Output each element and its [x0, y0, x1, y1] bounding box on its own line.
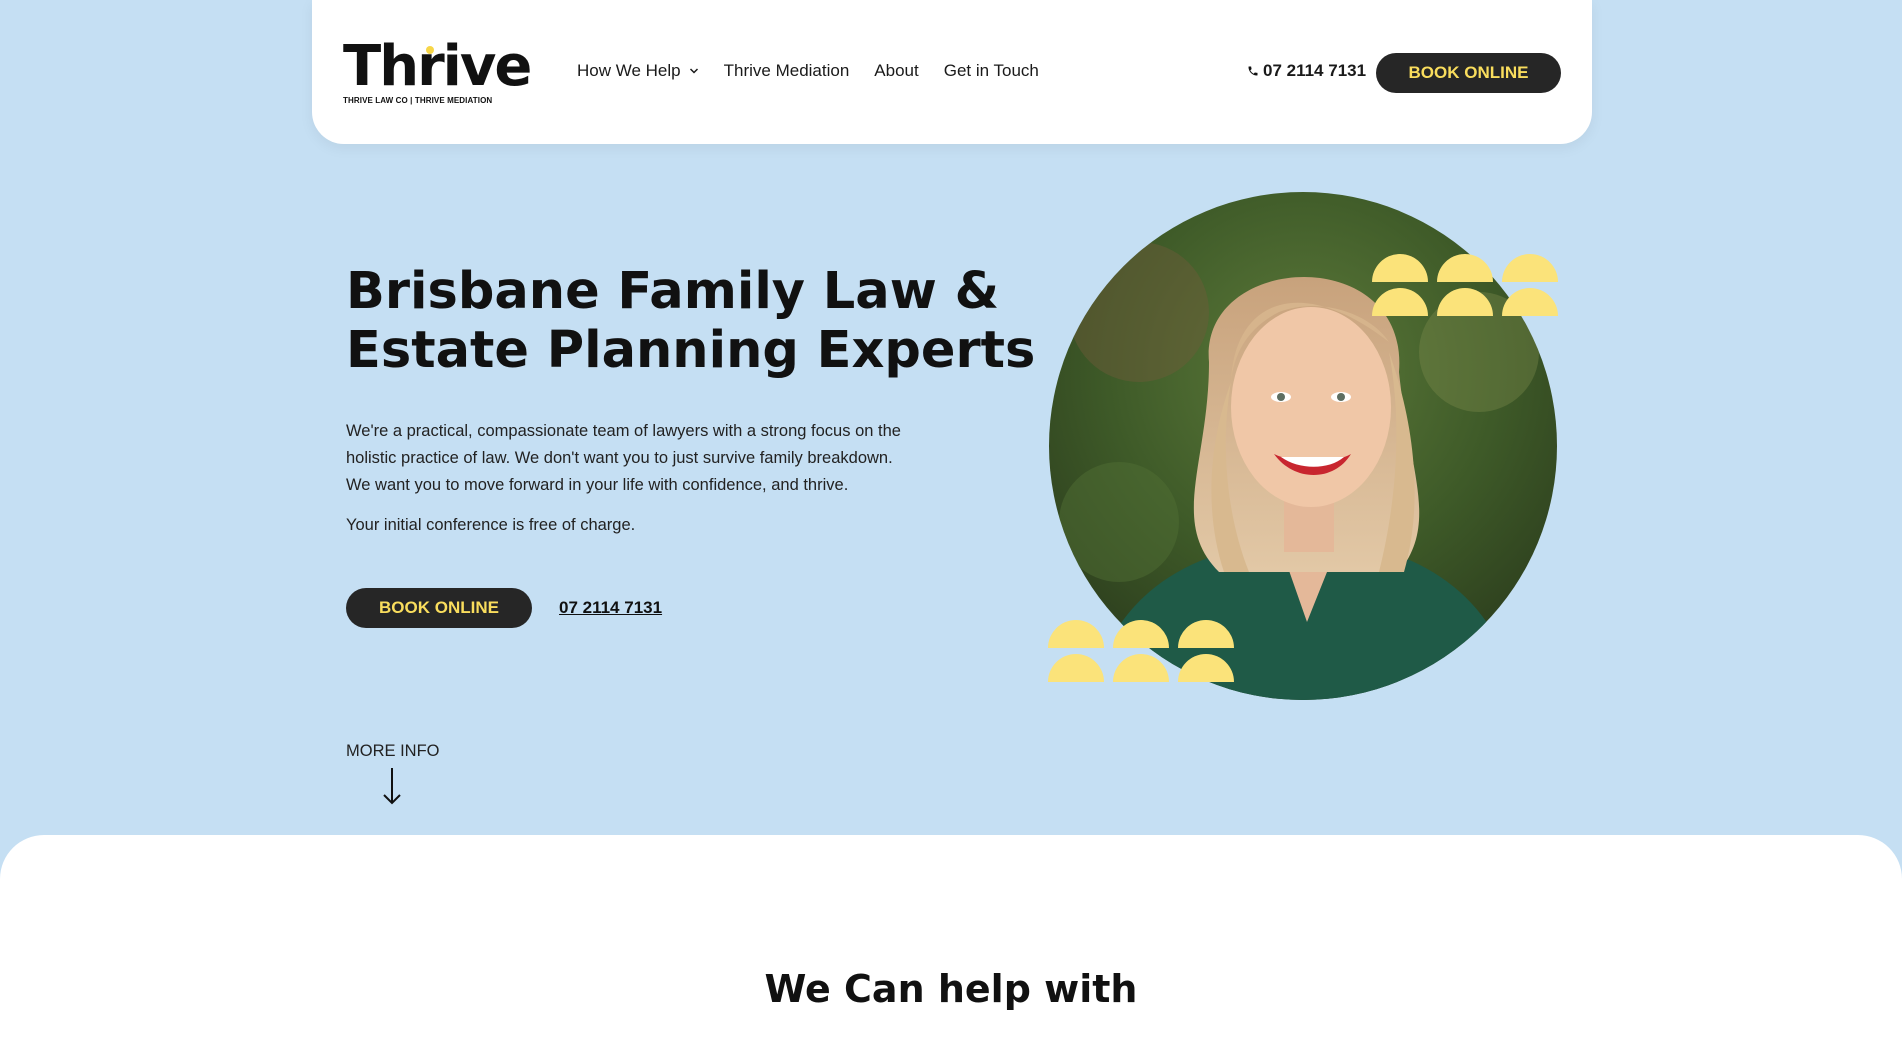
thrive-logo[interactable]: Thrive THRIVE LAW CO | THRIVE MEDIATION	[343, 39, 532, 106]
nav-how-we-help[interactable]: How We Help	[577, 61, 699, 81]
nav-thrive-mediation-label: Thrive Mediation	[723, 61, 850, 80]
arrow-down-icon[interactable]	[381, 766, 403, 806]
decorative-semicircles-bottom	[1048, 620, 1234, 682]
nav-about[interactable]: About	[874, 61, 918, 81]
decorative-semicircles-top	[1372, 254, 1558, 316]
hero-intro-line-1: We're a practical, compassionate team of…	[346, 422, 901, 440]
services-section: We Can help with	[0, 835, 1902, 1062]
hero-title: Brisbane Family Law & Estate Planning Ex…	[346, 262, 1036, 380]
hero-book-online-button[interactable]: BOOK ONLINE	[346, 588, 532, 628]
hero-phone-link[interactable]: 07 2114 7131	[559, 598, 662, 618]
header-phone-link[interactable]: 07 2114 7131	[1247, 61, 1366, 81]
logo-accent-dot	[426, 46, 434, 54]
services-heading: We Can help with	[764, 967, 1138, 1011]
nav-how-we-help-label: How We Help	[577, 61, 681, 80]
hero-intro-line-3: We want you to move forward in your life…	[346, 476, 849, 494]
nav-get-in-touch[interactable]: Get in Touch	[944, 61, 1039, 81]
header-phone-number: 07 2114 7131	[1263, 61, 1367, 80]
chevron-down-icon	[689, 68, 698, 74]
nav-get-in-touch-label: Get in Touch	[943, 61, 1039, 80]
hero-intro: We're a practical, compassionate team of…	[346, 418, 946, 499]
more-info-link[interactable]: MORE INFO	[346, 742, 440, 761]
hero-title-line-1: Brisbane Family Law &	[346, 262, 1000, 321]
nav-about-label: About	[874, 61, 919, 80]
logo-wordmark: Thrive	[343, 34, 532, 99]
header-book-online-button[interactable]: BOOK ONLINE	[1376, 53, 1561, 93]
main-nav: How We Help Thrive Mediation About Get i…	[577, 61, 1064, 81]
nav-thrive-mediation[interactable]: Thrive Mediation	[724, 61, 850, 81]
hero-title-line-2: Estate Planning Experts	[346, 321, 1036, 380]
free-conference-note: Your initial conference is free of charg…	[346, 516, 636, 534]
hero-intro-line-2: holistic practice of law. We don't want …	[346, 449, 893, 467]
phone-icon	[1248, 66, 1258, 76]
site-header: Thrive THRIVE LAW CO | THRIVE MEDIATION …	[312, 0, 1592, 144]
